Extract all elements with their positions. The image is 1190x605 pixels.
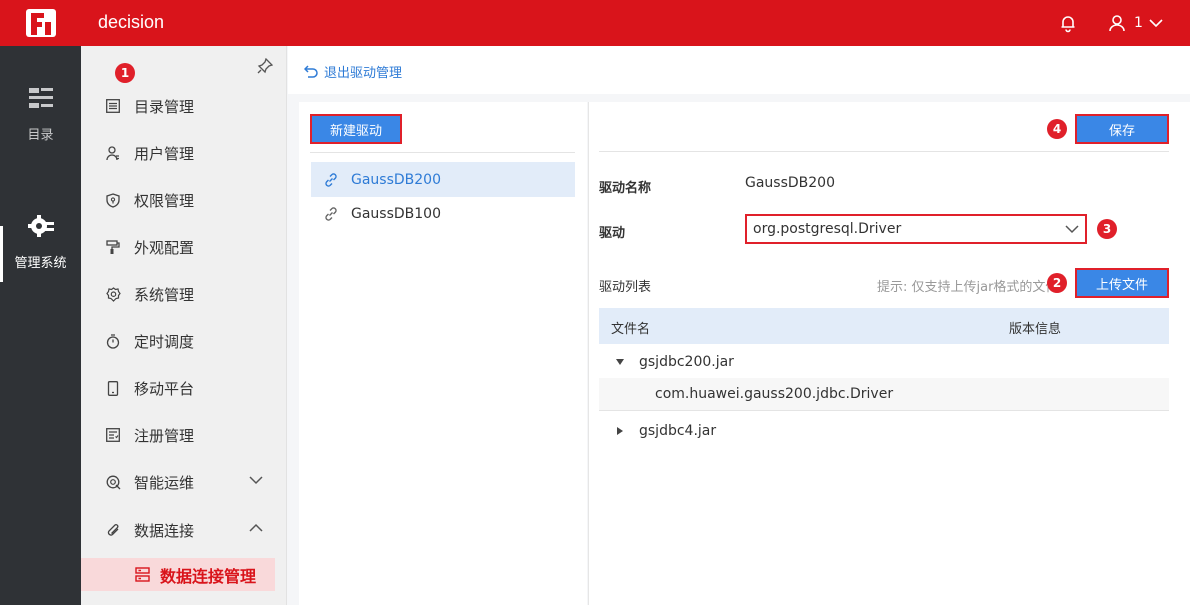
phone-icon: [105, 380, 121, 396]
driver-list-label: 驱动列表: [599, 280, 652, 295]
undo-arrow-icon: [304, 65, 318, 78]
jar-file-name: gsjdbc200.jar: [639, 353, 734, 370]
top-bar: decision 1: [0, 0, 1190, 46]
divider: [599, 151, 1169, 152]
sidebar-item-label: 权限管理: [134, 191, 195, 210]
sidebar-item-label: 外观配置: [134, 238, 195, 257]
sidebar-item-data-connection[interactable]: 数据连接: [81, 510, 287, 550]
sidebar-item-appearance-config[interactable]: 外观配置: [81, 227, 287, 267]
driver-detail-panel: 4 保存 驱动名称 GaussDB200 驱动 org.postgresql.D…: [588, 102, 1190, 605]
save-button[interactable]: 保存: [1075, 114, 1169, 144]
jar-file-name: gsjdbc4.jar: [639, 422, 717, 439]
driver-class-name: com.huawei.gauss200.jdbc.Driver: [655, 386, 894, 402]
sidebar-subitem-label: 数据连接管理: [160, 566, 257, 586]
link-icon: [325, 206, 337, 221]
exit-driver-management-link[interactable]: 退出驱动管理: [304, 62, 402, 81]
list-icon: [105, 98, 121, 114]
sidebar-item-mobile-platform[interactable]: 移动平台: [81, 368, 287, 408]
table-row[interactable]: gsjdbc200.jar: [599, 345, 1169, 378]
sidebar-item-label: 目录管理: [134, 97, 195, 116]
step-badge-2: 2: [1047, 273, 1067, 293]
new-driver-button[interactable]: 新建驱动: [310, 114, 402, 144]
database-icon: [135, 567, 150, 582]
sidebar-item-smart-ops[interactable]: 智能运维: [81, 462, 287, 502]
driver-label: 驱动: [599, 226, 626, 241]
driver-name-value: GaussDB200: [745, 175, 835, 191]
app-title: decision: [98, 12, 165, 32]
sidebar-item-label: 注册管理: [134, 426, 195, 445]
table-row-child: com.huawei.gauss200.jdbc.Driver: [599, 378, 1169, 411]
sidebar-item-scheduling[interactable]: 定时调度: [81, 321, 287, 361]
pin-icon[interactable]: [257, 58, 273, 74]
timer-icon: [105, 333, 121, 349]
logo-icon: [26, 9, 56, 37]
catalog-icon: [28, 88, 53, 108]
chevron-down-icon: [1065, 225, 1079, 234]
paint-roller-icon: [105, 239, 121, 255]
driver-list-panel: 新建驱动 1 GaussDB200 GaussDB100: [115, 63, 587, 605]
table-row[interactable]: gsjdbc4.jar: [599, 414, 1169, 447]
driver-name-label: 驱动名称: [599, 181, 652, 196]
step-badge-1: 1: [115, 63, 135, 83]
register-icon: [105, 427, 121, 443]
chevron-down-icon: [1149, 19, 1163, 28]
sidebar-item-permission-management[interactable]: 权限管理: [81, 180, 287, 220]
user-name: 1: [1134, 15, 1143, 31]
driver-class-value: org.postgresql.Driver: [753, 221, 902, 237]
back-link-label: 退出驱动管理: [324, 66, 403, 81]
sidebar-item-registration[interactable]: 注册管理: [81, 415, 287, 455]
gear-icon: [27, 215, 54, 237]
chevron-down-icon: [249, 476, 263, 485]
caret-down-icon[interactable]: [615, 358, 625, 366]
sidebar-item-system-management[interactable]: 系统管理: [81, 274, 287, 314]
chevron-up-icon: [249, 523, 263, 532]
user-icon: [1109, 15, 1125, 32]
sidebar-item-label: 移动平台: [134, 379, 195, 398]
ops-icon: [105, 474, 121, 490]
table-header: 文件名 版本信息: [599, 308, 1169, 344]
main-content: 退出驱动管理 新建驱动 1 GaussDB200 GaussDB100 4 保存: [115, 46, 1190, 605]
paperclip-icon: [105, 522, 121, 538]
driver-item-label: GaussDB100: [351, 205, 441, 222]
icon-rail: 目录 管理系统: [0, 46, 81, 605]
sidebar-item-label: 数据连接: [134, 521, 195, 540]
step-badge-3: 3: [1097, 219, 1117, 239]
user-icon: [105, 145, 121, 161]
sidebar-item-user-management[interactable]: 用户管理: [81, 133, 287, 173]
upload-hint: 提示: 仅支持上传jar格式的文件: [877, 280, 1057, 295]
caret-right-icon[interactable]: [615, 426, 625, 436]
sidebar-menu: 目录管理 用户管理 权限管理 外观配置 系统管理 定时调度 移动平台 注册管理 …: [81, 46, 287, 605]
shield-icon: [105, 192, 121, 208]
rail-item-management[interactable]: 管理系统: [0, 214, 81, 271]
link-icon: [325, 172, 337, 187]
upload-file-button[interactable]: 上传文件: [1075, 268, 1169, 298]
driver-class-select[interactable]: org.postgresql.Driver: [745, 214, 1087, 244]
divider: [310, 152, 575, 153]
driver-item[interactable]: GaussDB200: [311, 162, 575, 197]
driver-item[interactable]: GaussDB100: [311, 196, 575, 231]
sidebar-item-label: 系统管理: [134, 285, 195, 304]
sidebar-item-label: 定时调度: [134, 332, 195, 351]
driver-item-label: GaussDB200: [351, 171, 441, 188]
settings-icon: [105, 286, 121, 302]
user-menu[interactable]: 1: [1108, 12, 1163, 34]
column-header-version: 版本信息: [1009, 322, 1062, 337]
step-badge-4: 4: [1047, 119, 1067, 139]
sidebar-item-label: 用户管理: [134, 144, 195, 163]
notification-bell-icon[interactable]: [1058, 13, 1078, 33]
rail-label-catalog: 目录: [27, 128, 54, 143]
rail-label-management: 管理系统: [14, 256, 67, 271]
rail-item-catalog[interactable]: 目录: [0, 88, 81, 143]
back-bar: 退出驱动管理: [288, 46, 1190, 94]
sidebar-item-catalog-management[interactable]: 目录管理: [81, 86, 287, 126]
sidebar-item-label: 智能运维: [134, 473, 195, 492]
sidebar-subitem-data-connection-management[interactable]: 数据连接管理: [81, 558, 275, 591]
column-header-filename: 文件名: [611, 322, 651, 337]
